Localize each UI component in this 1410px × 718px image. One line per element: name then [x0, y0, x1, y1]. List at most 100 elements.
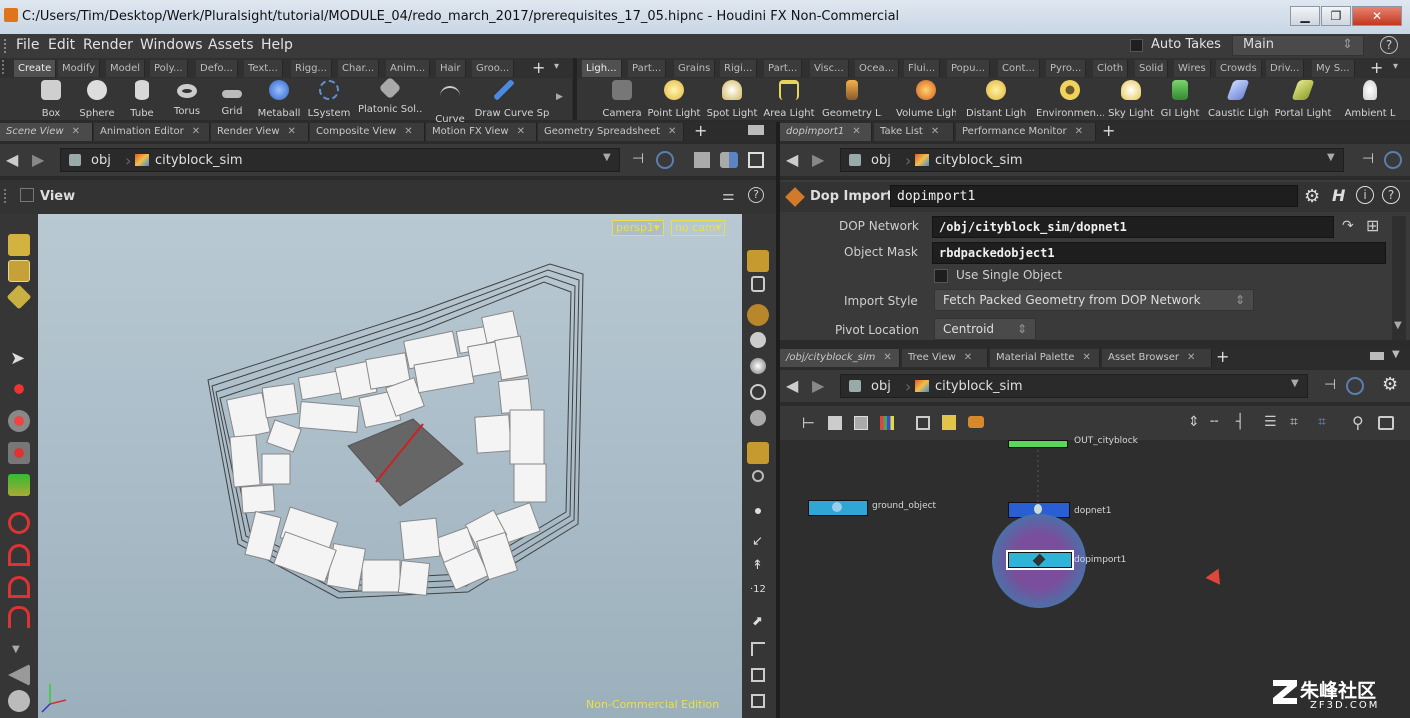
tab-network-cityblock[interactable]: /obj/cityblock_sim ✕: [780, 349, 900, 367]
tool-caustic-light[interactable]: Caustic Light: [1208, 80, 1268, 119]
shelf-tab-container[interactable]: Cont...: [998, 60, 1040, 77]
shelf-tab-lights[interactable]: Ligh...: [582, 60, 622, 77]
maximize-button[interactable]: ❐: [1321, 6, 1351, 26]
shelf-tab-viscous[interactable]: Visc...: [810, 60, 849, 77]
add-tab-icon[interactable]: +: [694, 121, 707, 140]
menu-render[interactable]: Render: [83, 37, 133, 53]
lighting-icon[interactable]: [750, 358, 766, 374]
shelf-tab-wires[interactable]: Wires: [1174, 60, 1211, 77]
close-tab-icon[interactable]: ✕: [192, 126, 200, 137]
minimize-button[interactable]: ▁: [1290, 6, 1320, 26]
import-style-select[interactable]: Fetch Packed Geometry from DOP Network ⇕: [934, 289, 1254, 311]
auto-takes-checkbox[interactable]: [1130, 39, 1143, 52]
shading-icon[interactable]: [750, 332, 766, 348]
ghost-icon[interactable]: [750, 384, 766, 400]
op-chooser-icon[interactable]: ⊞: [1366, 216, 1379, 235]
info-icon[interactable]: i: [1356, 186, 1374, 204]
pin-icon[interactable]: ⊣: [632, 151, 644, 167]
camera-view-icon[interactable]: [1378, 416, 1394, 430]
shelf-tab-grooming[interactable]: Groo...: [472, 60, 515, 77]
tree-layout-icon[interactable]: ⊢: [802, 414, 815, 432]
pose-tool-icon[interactable]: [8, 474, 30, 496]
shelf-tab-particles[interactable]: Part...: [628, 60, 667, 77]
shelf-tab-character[interactable]: Char...: [338, 60, 380, 77]
maximize-icon[interactable]: [748, 152, 764, 168]
gear-icon[interactable]: ⚙: [1382, 374, 1398, 395]
tool-point-light[interactable]: Point Light: [644, 80, 704, 119]
dots-icon[interactable]: [968, 416, 984, 428]
path-root[interactable]: obj: [91, 153, 111, 168]
shelf-tab-particle-fluids[interactable]: Part...: [764, 60, 803, 77]
desktop-select[interactable]: Main ⇕: [1232, 35, 1364, 56]
shelf-tab-deform[interactable]: Defo...: [196, 60, 238, 77]
camera-menu[interactable]: no cam▾: [671, 220, 726, 236]
close-tab-icon[interactable]: ✕: [931, 126, 939, 137]
tool-spot-light[interactable]: Spot Light: [702, 80, 762, 119]
path-root[interactable]: obj: [871, 153, 891, 168]
shelf-tab-hair[interactable]: Hair: [436, 60, 466, 77]
forward-arrow-icon[interactable]: ▶: [812, 376, 824, 395]
shelf-tab-pyro[interactable]: Pyro...: [1046, 60, 1087, 77]
snap-grid-icon[interactable]: ⌗: [1318, 414, 1326, 430]
add-tab-icon[interactable]: +: [1216, 347, 1229, 366]
link-icon[interactable]: [1384, 151, 1402, 169]
tab-asset-browser[interactable]: Asset Browser ✕: [1102, 349, 1212, 367]
link-icon[interactable]: [656, 151, 674, 169]
parm-path-field[interactable]: obj › cityblock_sim ▼: [840, 148, 1344, 172]
select-tool-icon[interactable]: [8, 234, 30, 256]
scene-viewport[interactable]: persp1▾ no cam▾ Non-Commercial Edition: [38, 214, 742, 718]
tool-environment-light[interactable]: Environmen...: [1036, 80, 1104, 119]
tab-animation-editor[interactable]: Animation Editor ✕: [94, 123, 210, 141]
person-icon[interactable]: [750, 410, 766, 426]
perspective-camera-menu[interactable]: persp1▾: [612, 220, 664, 236]
add-tab-icon[interactable]: +: [1102, 121, 1115, 140]
tab-composite-view[interactable]: Composite View ✕: [310, 123, 425, 141]
menu-windows[interactable]: Windows: [140, 37, 203, 53]
pin-icon[interactable]: ⊣: [1324, 377, 1336, 393]
menu-edit[interactable]: Edit: [48, 37, 75, 53]
close-tab-icon[interactable]: ✕: [964, 352, 972, 363]
scale-tool-icon[interactable]: [8, 442, 30, 464]
chevron-down-icon[interactable]: ▼: [603, 152, 611, 163]
shelf-tab-fluids[interactable]: Flui...: [904, 60, 941, 77]
tool-distant-light[interactable]: Distant Light: [966, 80, 1026, 119]
point-numbers-icon[interactable]: ·12: [750, 584, 766, 595]
point-display-icon[interactable]: [755, 508, 761, 514]
maximize-pane-icon[interactable]: [1370, 352, 1384, 360]
tool-gi-light[interactable]: GI Light: [1150, 80, 1210, 119]
visibility-icon[interactable]: [8, 690, 30, 712]
use-single-object-checkbox[interactable]: [934, 269, 948, 283]
gear-icon[interactable]: ⚙: [1304, 186, 1320, 207]
tab-dopimport1[interactable]: dopimport1 ✕: [780, 123, 872, 141]
camera-lock-icon[interactable]: [747, 304, 769, 326]
align-lines-icon[interactable]: ☰: [1264, 414, 1277, 430]
table-view-icon[interactable]: [854, 416, 868, 430]
tool-curve[interactable]: Curve: [420, 80, 480, 125]
tool-ambient-light[interactable]: Ambient L: [1340, 80, 1400, 119]
add-shelf-tab-icon[interactable]: +: [1370, 58, 1383, 77]
forward-arrow-icon[interactable]: ▶: [32, 150, 44, 169]
view-menu-icon[interactable]: [20, 188, 34, 202]
align-left-icon[interactable]: ┤: [1236, 414, 1244, 430]
shelf-tab-animation[interactable]: Anim...: [386, 60, 431, 77]
tool-draw-curve[interactable]: Draw Curve: [474, 80, 534, 119]
network-editor[interactable]: OUT_cityblock ground_object dopnet1 dopi…: [780, 436, 1410, 718]
color-palette-icon[interactable]: [880, 416, 894, 430]
uv-display-icon[interactable]: ⬈: [752, 614, 763, 629]
primitive-normal-icon[interactable]: ↟: [752, 558, 763, 573]
sticky-note-icon[interactable]: [942, 415, 956, 430]
snap-magnet-icon[interactable]: [8, 606, 30, 628]
chevron-down-icon[interactable]: ▾: [554, 61, 559, 72]
path-node[interactable]: cityblock_sim: [155, 153, 243, 168]
chevron-down-icon[interactable]: ▼: [1392, 349, 1400, 360]
close-tab-icon[interactable]: ✕: [1082, 352, 1090, 363]
align-horizontal-icon[interactable]: ╌: [1210, 414, 1218, 430]
shelf-tab-model[interactable]: Model: [106, 60, 146, 77]
shelf-tab-crowds[interactable]: Crowds: [1216, 60, 1262, 77]
tool-volume-light[interactable]: Volume Light: [896, 80, 956, 119]
list-view-icon[interactable]: [828, 416, 842, 430]
lock-icon[interactable]: [751, 276, 765, 292]
move-tool-icon[interactable]: [8, 378, 30, 400]
close-tab-icon[interactable]: ✕: [288, 126, 296, 137]
view-help-icon[interactable]: ?: [748, 187, 764, 203]
